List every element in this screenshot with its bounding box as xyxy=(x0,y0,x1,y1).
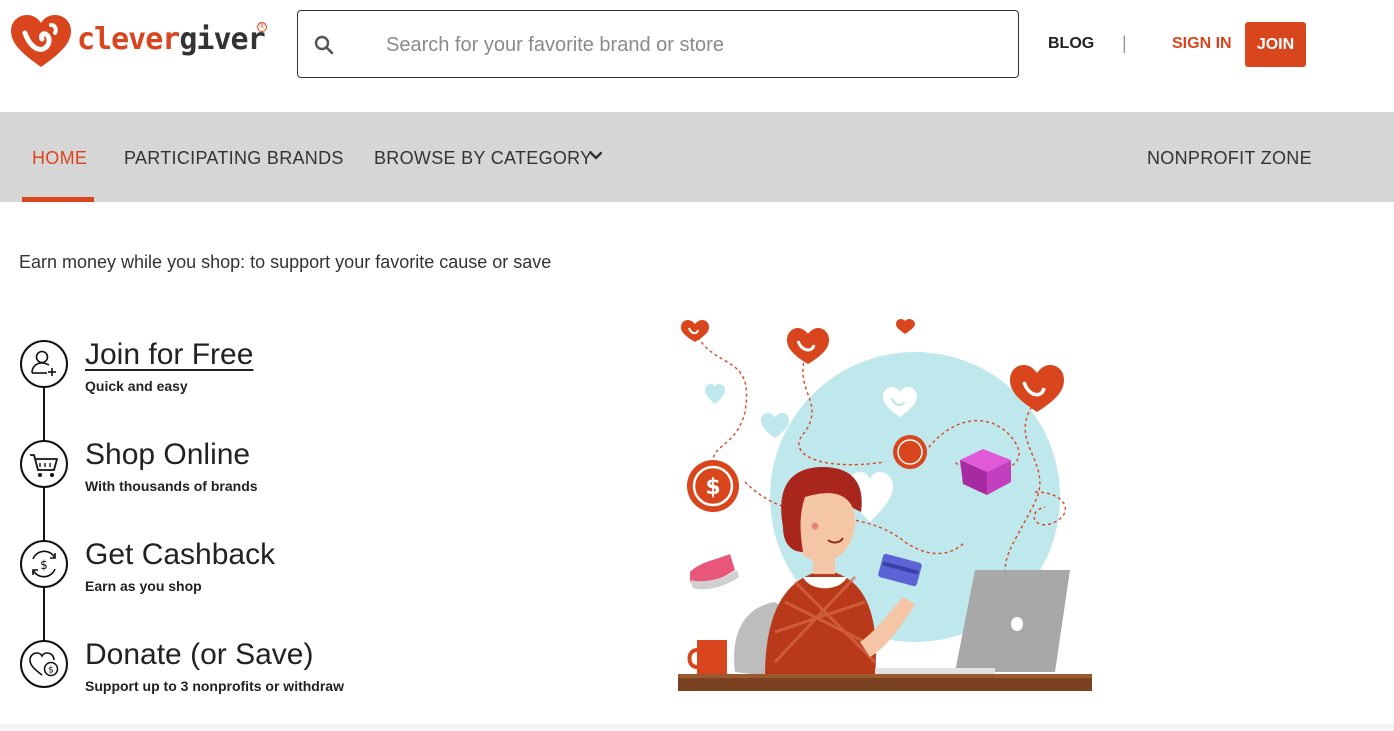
steps-timeline-line xyxy=(43,388,45,643)
add-user-icon xyxy=(20,340,68,388)
svg-text:$: $ xyxy=(40,558,48,572)
step-shop-subtitle: With thousands of brands xyxy=(85,478,258,494)
step-shop-title: Shop Online xyxy=(85,438,251,471)
logo-word-giver: giver xyxy=(179,22,265,57)
header-separator: | xyxy=(1122,33,1127,53)
chevron-down-icon[interactable] xyxy=(590,150,602,162)
tagline: Earn money while you shop: to support yo… xyxy=(19,252,552,272)
registered-mark: ® xyxy=(257,22,267,32)
step-cashback-title: Get Cashback xyxy=(85,538,276,571)
nav-item-participating-brands[interactable]: PARTICIPATING BRANDS xyxy=(124,148,344,169)
sign-in-link[interactable]: SIGN IN xyxy=(1172,35,1232,53)
svg-text:$: $ xyxy=(48,666,54,676)
site-header: clevergiver ® BLOG | SIGN IN JOIN xyxy=(0,0,1394,112)
search-icon[interactable] xyxy=(314,35,334,55)
shopping-woman-illustration: $ xyxy=(678,319,1092,691)
section-divider xyxy=(0,724,1394,731)
search-box[interactable] xyxy=(297,10,1019,78)
nav-item-home[interactable]: HOME xyxy=(32,148,87,169)
step-cashback-subtitle: Earn as you shop xyxy=(85,578,202,594)
nav-active-indicator xyxy=(22,197,94,202)
step-donate-subtitle: Support up to 3 nonprofits or withdraw xyxy=(85,678,344,694)
heart-donation-icon: $ xyxy=(20,640,68,688)
step-donate-title: Donate (or Save) xyxy=(85,638,314,671)
logo-wordmark: clevergiver xyxy=(77,22,266,57)
nav-item-browse-by-category[interactable]: BROWSE BY CATEGORY xyxy=(374,148,592,169)
shopping-cart-icon xyxy=(20,440,68,488)
join-button[interactable]: JOIN xyxy=(1245,22,1306,67)
step-join-subtitle: Quick and easy xyxy=(85,378,188,394)
main-nav: HOME PARTICIPATING BRANDS BROWSE BY CATE… xyxy=(0,112,1394,202)
svg-text:$: $ xyxy=(705,475,720,500)
cashback-icon: $ xyxy=(20,540,68,588)
blog-link[interactable]: BLOG xyxy=(1048,35,1094,53)
nav-item-nonprofit-zone[interactable]: NONPROFIT ZONE xyxy=(1147,148,1312,169)
logo-word-clever: clever xyxy=(77,22,180,57)
clevergiver-logo[interactable]: clevergiver xyxy=(11,14,266,70)
heart-logo-icon xyxy=(11,15,71,67)
search-input[interactable] xyxy=(386,29,986,61)
join-for-free-link[interactable]: Join for Free xyxy=(85,340,253,370)
